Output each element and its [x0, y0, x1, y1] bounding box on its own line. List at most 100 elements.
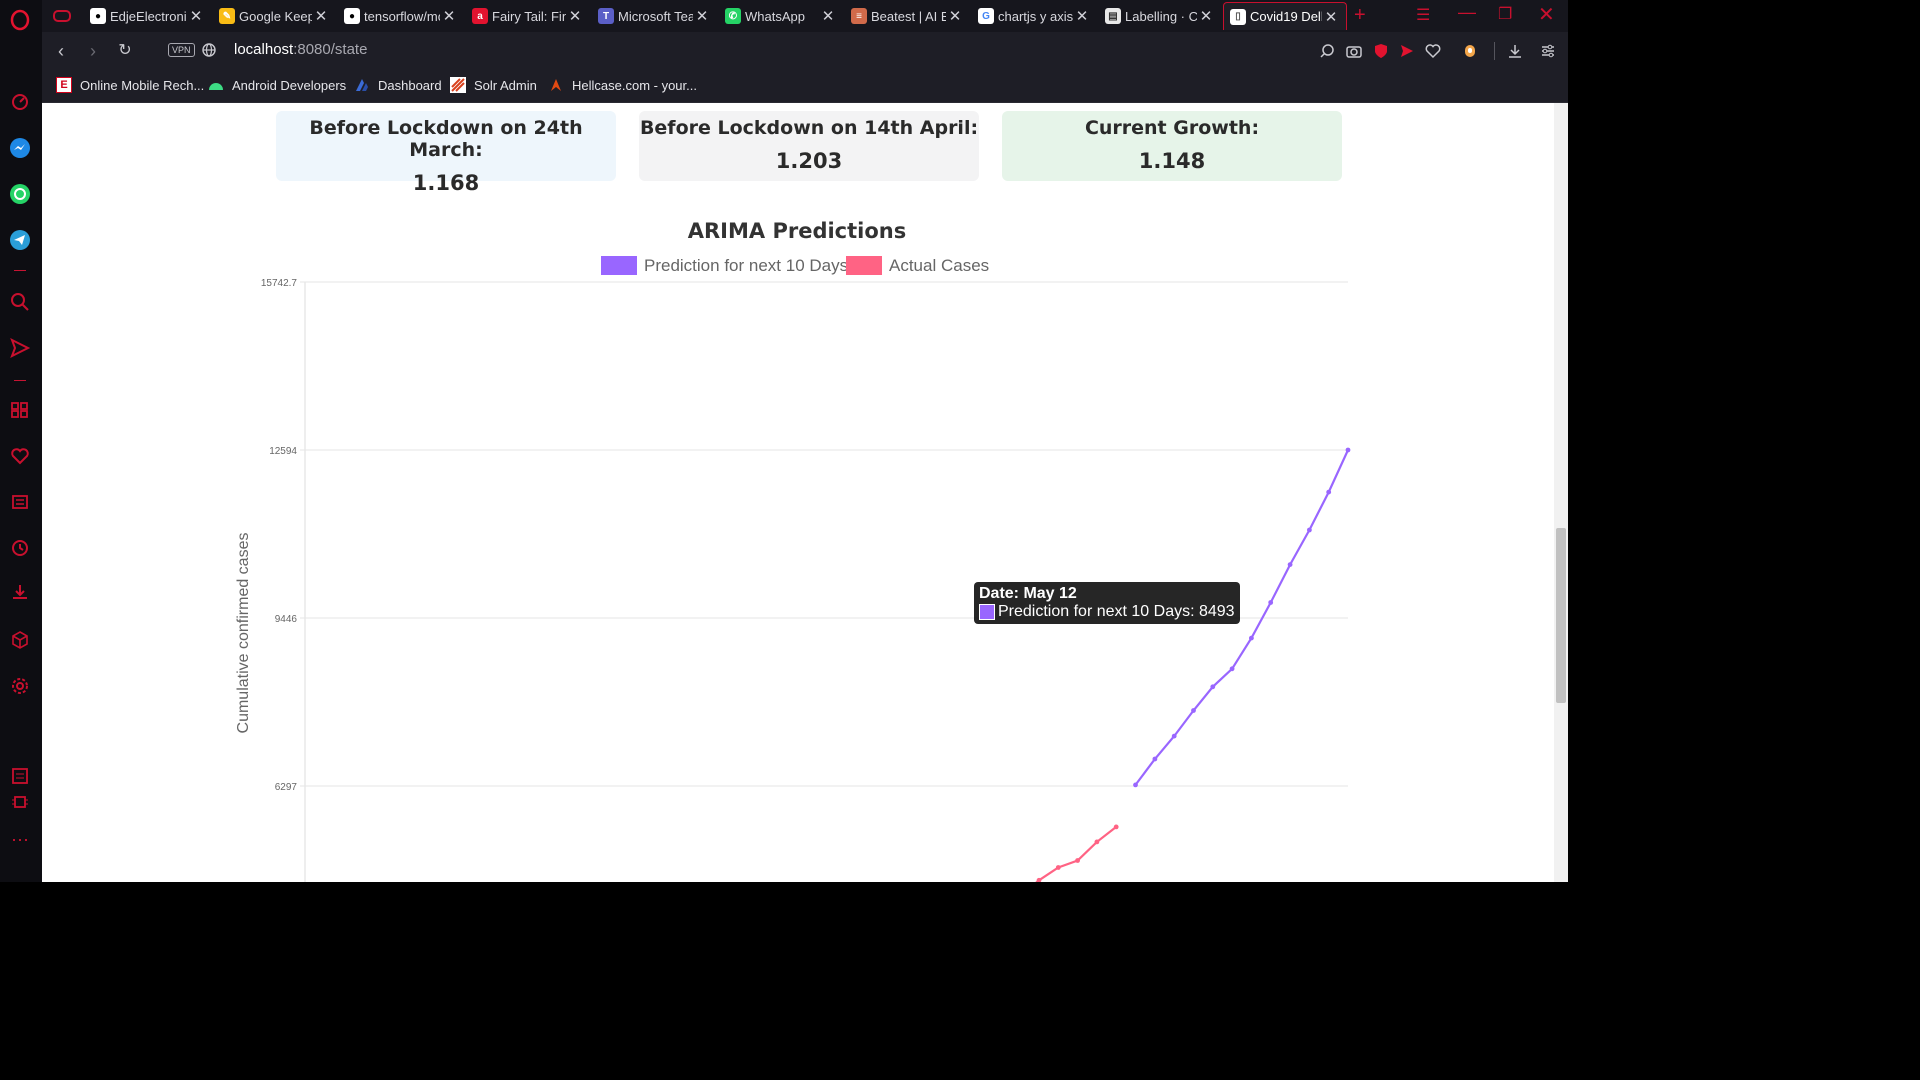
send-icon[interactable]: [8, 336, 32, 360]
tab-label: Labelling · Ch: [1125, 8, 1197, 24]
adblock-shield-icon[interactable]: [1371, 41, 1391, 61]
bookmark-label: Online Mobile Rech...: [80, 77, 205, 93]
tab-close-icon[interactable]: ✕: [1073, 7, 1091, 25]
tab-3[interactable]: aFairy Tail: Final✕: [466, 2, 590, 30]
minimize-button[interactable]: —: [1458, 2, 1476, 23]
tab-label: EdjeElectronics: [110, 8, 187, 24]
snapshot-icon[interactable]: [1344, 41, 1364, 61]
tab-0[interactable]: ●EdjeElectronics✕: [84, 2, 211, 30]
beatest-icon: ≡: [851, 8, 867, 24]
bookmark-heart-icon[interactable]: [1423, 41, 1443, 61]
legend-label: Actual Cases: [889, 256, 989, 275]
speed-dial-icon[interactable]: [8, 90, 32, 114]
tab-close-icon[interactable]: ✕: [946, 7, 964, 25]
telegram-icon[interactable]: [8, 228, 32, 252]
downloads-icon[interactable]: [8, 580, 32, 604]
tab-menu-icon[interactable]: [50, 4, 74, 28]
data-point: [1307, 527, 1312, 533]
tab-search-icon[interactable]: ☰: [1416, 5, 1430, 25]
news-icon[interactable]: [8, 490, 32, 514]
teams-icon: T: [598, 8, 614, 24]
tab-close-icon[interactable]: ✕: [1322, 8, 1340, 26]
more-icon[interactable]: ⋯: [8, 828, 32, 852]
chart-title: ARIMA Predictions: [688, 219, 906, 243]
easy-setup-icon[interactable]: [1538, 41, 1558, 61]
history-icon[interactable]: [8, 536, 32, 560]
send-to-flow-icon[interactable]: [1397, 41, 1417, 61]
data-point: [1133, 782, 1138, 788]
chart-tooltip: Date: May 12 Prediction for next 10 Days…: [974, 582, 1240, 624]
close-window-button[interactable]: ✕: [1538, 2, 1555, 27]
labelling-icon: ▤: [1105, 8, 1121, 24]
tab-1[interactable]: ✎ Google Keep ✕: [213, 2, 336, 30]
tab-close-icon[interactable]: ✕: [312, 7, 330, 25]
tab-label: WhatsApp: [745, 8, 805, 24]
tab-4[interactable]: TMicrosoft Teams✕: [592, 2, 717, 30]
tooltip-title: Date: May 12: [979, 585, 1077, 602]
page-scrollbar[interactable]: [1554, 103, 1568, 882]
y-tick-label: 15742.7: [261, 278, 298, 289]
url-field[interactable]: localhost:8080/state: [234, 41, 367, 58]
heart-icon[interactable]: [8, 444, 32, 468]
settings-icon[interactable]: [8, 674, 32, 698]
bookmark-online-mobile-recharge[interactable]: E Online Mobile Rech...: [56, 77, 204, 93]
back-button[interactable]: ‹: [50, 40, 72, 62]
tab-7[interactable]: Gchartjs y axis ✕: [972, 2, 1097, 30]
legend-label: Prediction for next 10 Days: [644, 256, 848, 275]
sidebar-divider: [14, 380, 26, 381]
data-point: [1191, 708, 1196, 713]
tab-5[interactable]: ✆ WhatsApp ✕: [719, 2, 843, 30]
tab-2[interactable]: ●tensorflow/models✕: [338, 2, 464, 30]
bookmark-dashboard[interactable]: Dashboard: [354, 77, 442, 93]
data-point: [1229, 666, 1235, 672]
tab-close-icon[interactable]: ✕: [187, 7, 205, 25]
tab-close-icon[interactable]: ✕: [440, 7, 458, 25]
tab-close-icon[interactable]: ✕: [1197, 7, 1215, 25]
tab-close-icon[interactable]: ✕: [693, 7, 711, 25]
download-icon[interactable]: [1505, 41, 1525, 61]
bookmark-android-developers[interactable]: Android Developers: [208, 77, 346, 93]
reload-button[interactable]: ↻: [114, 40, 136, 62]
vpn-badge[interactable]: VPN: [168, 43, 195, 57]
tab-8[interactable]: ▤Labelling · Ch✕: [1099, 2, 1221, 30]
data-point: [1326, 489, 1332, 495]
scrollbar-thumb[interactable]: [1556, 528, 1566, 703]
globe-icon[interactable]: [201, 42, 217, 63]
tab-close-icon[interactable]: ✕: [566, 7, 584, 25]
opera-menu-icon[interactable]: [8, 8, 32, 32]
bookmark-label: Dashboard: [378, 77, 442, 93]
bookmark-solr-admin[interactable]: Solr Admin: [450, 77, 537, 93]
series-line: [1035, 826, 1117, 882]
workspaces-icon[interactable]: [8, 398, 32, 422]
tab-6[interactable]: ≡ Beatest | AI E ✕: [845, 2, 970, 30]
data-point: [1152, 756, 1158, 762]
restore-button[interactable]: ❐: [1498, 4, 1512, 24]
arima-chart[interactable]: ARIMA Predictions Prediction for next 10 …: [42, 103, 1554, 882]
bookmark-label: Hellcase.com - your...: [572, 77, 697, 93]
y-axis-label: Cumulative confirmed cases: [235, 533, 252, 734]
chip-icon[interactable]: [8, 790, 32, 814]
messenger-icon[interactable]: [8, 136, 32, 160]
tab-close-icon[interactable]: ✕: [819, 7, 837, 25]
search-page-icon[interactable]: [1318, 41, 1338, 61]
new-tab-button[interactable]: +: [1354, 4, 1366, 27]
address-bar: ‹ › ↻ VPN localhost:8080/state: [42, 32, 1568, 70]
opera-sidebar: ⋯: [0, 0, 43, 882]
github-icon: ●: [90, 8, 106, 24]
y-tick-label: 9446: [275, 614, 298, 625]
search-icon[interactable]: [8, 290, 32, 314]
battery-saver-icon[interactable]: [8, 764, 32, 788]
whatsapp-icon[interactable]: [8, 182, 32, 206]
forward-button[interactable]: ›: [82, 40, 104, 62]
tab-label: tensorflow/models: [364, 8, 440, 24]
tab-label: Microsoft Teams: [618, 8, 693, 24]
extensions-icon[interactable]: [8, 628, 32, 652]
android-icon: [208, 77, 224, 93]
y-tick-label: 12594: [269, 446, 297, 457]
tab-label: Google Keep: [239, 8, 312, 24]
tab-9[interactable]: ▯ Covid19 Delhi✕: [1223, 2, 1347, 30]
bookmark-hellcase[interactable]: Hellcase.com - your...: [548, 77, 697, 93]
tab-label: chartjs y axis: [998, 8, 1073, 24]
extension-icon[interactable]: [1460, 41, 1480, 61]
data-point: [1171, 733, 1177, 739]
